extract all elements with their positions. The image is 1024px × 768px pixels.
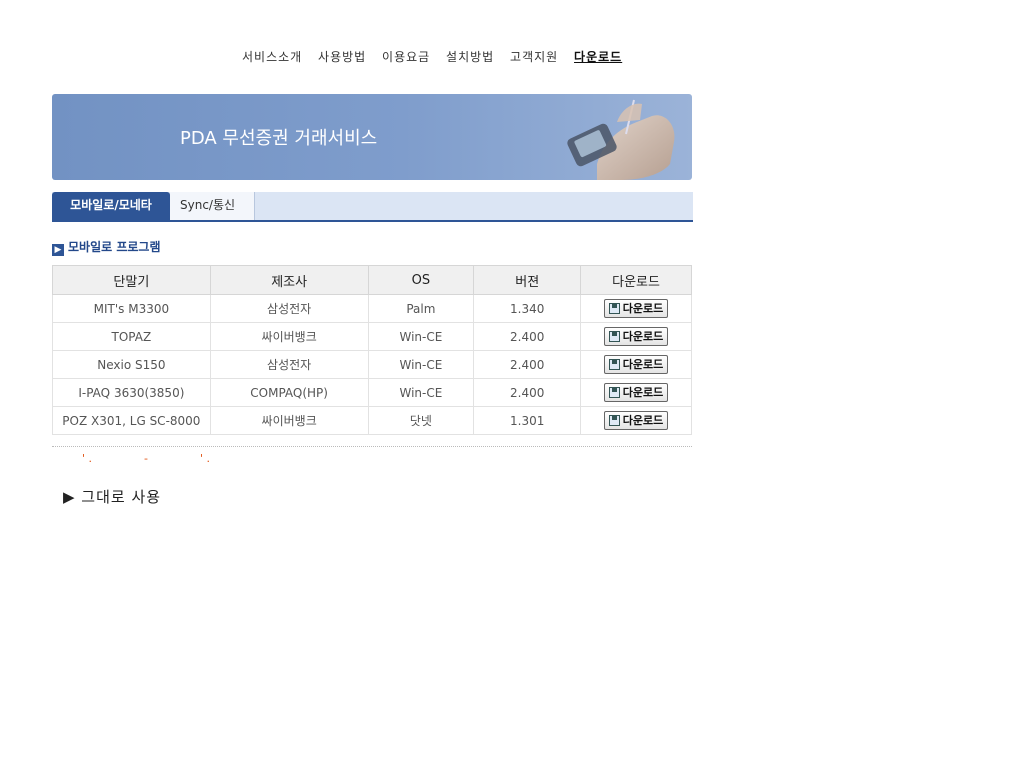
program-table: 단말기 제조사 OS 버젼 다운로드 MIT's M3300 삼성전자 Palm…: [52, 265, 692, 435]
cell-device: Nexio S150: [52, 350, 211, 379]
cell-version: 2.400: [473, 378, 582, 407]
download-button-label: 다운로드: [622, 386, 664, 399]
clipped-notice-text: ' . - ' .: [82, 454, 211, 462]
table-header-row: 단말기 제조사 OS 버젼 다운로드: [52, 265, 692, 295]
download-button-label: 다운로드: [622, 302, 664, 315]
pda-hand-illustration: [567, 99, 675, 180]
floppy-disk-icon: [608, 415, 620, 426]
cell-os: Palm: [367, 294, 475, 323]
cell-version: 1.301: [473, 406, 582, 435]
column-header-os: OS: [367, 265, 475, 295]
cell-version: 2.400: [473, 322, 582, 351]
floppy-disk-icon: [608, 387, 620, 398]
cell-os: 닷넷: [367, 406, 475, 435]
section-title-label: 모바일로 프로그램: [68, 240, 161, 254]
top-navigation: 서비스소개 사용방법 이용요금 설치방법 고객지원 다운로드: [242, 48, 622, 66]
floppy-disk-icon: [608, 359, 620, 370]
column-header-device: 단말기: [52, 265, 211, 295]
table-row: TOPAZ 싸이버뱅크 Win-CE 2.400 다운로드: [52, 322, 692, 351]
download-button[interactable]: 다운로드: [603, 355, 669, 374]
page-banner: PDA 무선증권 거래서비스: [52, 94, 692, 180]
banner-title: PDA 무선증권 거래서비스: [180, 128, 378, 149]
table-row: MIT's M3300 삼성전자 Palm 1.340 다운로드: [52, 294, 692, 323]
column-header-download: 다운로드: [580, 265, 692, 295]
table-row: POZ X301, LG SC-8000 싸이버뱅크 닷넷 1.301 다운로드: [52, 406, 692, 435]
nav-item-pricing[interactable]: 이용요금: [382, 50, 430, 64]
column-header-version: 버젼: [473, 265, 582, 295]
nav-item-service-intro[interactable]: 서비스소개: [242, 50, 302, 64]
download-button[interactable]: 다운로드: [603, 327, 669, 346]
download-button-label: 다운로드: [622, 414, 664, 427]
section-title: ▶ 모바일로 프로그램: [52, 238, 161, 256]
download-button[interactable]: 다운로드: [603, 411, 669, 430]
floppy-disk-icon: [608, 331, 620, 342]
download-button[interactable]: 다운로드: [603, 299, 669, 318]
tab-mobile-monet[interactable]: 모바일로/모네타: [52, 192, 170, 220]
cell-device: MIT's M3300: [52, 294, 211, 323]
cell-version: 2.400: [473, 350, 582, 379]
chevron-right-icon: ▶: [52, 244, 64, 256]
floppy-disk-icon: [608, 303, 620, 314]
table-row: Nexio S150 삼성전자 Win-CE 2.400 다운로드: [52, 350, 692, 379]
cell-manufacturer: COMPAQ(HP): [209, 378, 369, 407]
cell-manufacturer: 삼성전자: [209, 350, 369, 379]
cell-os: Win-CE: [367, 322, 475, 351]
download-button-label: 다운로드: [622, 358, 664, 371]
cell-os: Win-CE: [367, 350, 475, 379]
cell-os: Win-CE: [367, 378, 475, 407]
column-header-manufacturer: 제조사: [209, 265, 369, 295]
download-button-label: 다운로드: [622, 330, 664, 343]
nav-item-support[interactable]: 고객지원: [510, 50, 558, 64]
cell-version: 1.340: [473, 294, 582, 323]
cell-manufacturer: 싸이버뱅크: [209, 322, 369, 351]
tab-bar: 모바일로/모네타 Sync/통신: [52, 192, 693, 222]
dotted-divider: [52, 446, 692, 447]
nav-item-install[interactable]: 설치방법: [446, 50, 494, 64]
tab-sync[interactable]: Sync/통신: [170, 192, 255, 220]
cell-device: TOPAZ: [52, 322, 211, 351]
cell-device: I-PAQ 3630(3850): [52, 378, 211, 407]
table-row: I-PAQ 3630(3850) COMPAQ(HP) Win-CE 2.400…: [52, 378, 692, 407]
nav-item-download[interactable]: 다운로드: [574, 50, 622, 64]
cell-manufacturer: 싸이버뱅크: [209, 406, 369, 435]
cell-manufacturer: 삼성전자: [209, 294, 369, 323]
usage-note: ▶ 그대로 사용: [63, 488, 162, 506]
download-button[interactable]: 다운로드: [603, 383, 669, 402]
cell-device: POZ X301, LG SC-8000: [52, 406, 211, 435]
nav-item-usage[interactable]: 사용방법: [318, 50, 366, 64]
